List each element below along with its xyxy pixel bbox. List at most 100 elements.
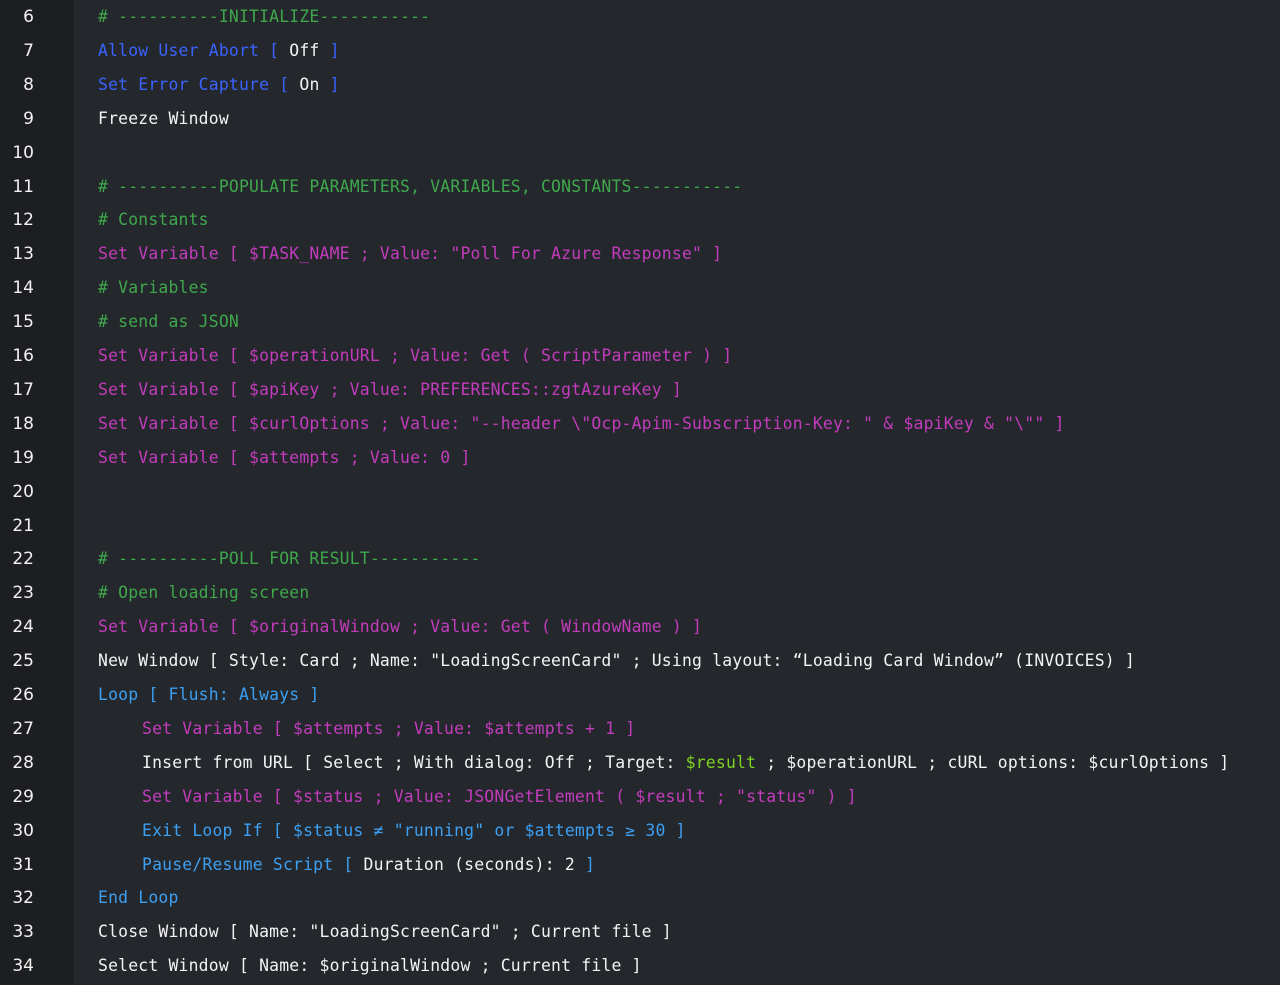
script-step-text: End Loop: [98, 887, 179, 909]
script-step-text: # ----------POLL FOR RESULT-----------: [98, 548, 481, 570]
line-number: 31: [12, 854, 34, 875]
script-step-row[interactable]: 6 # ----------INITIALIZE-----------: [0, 0, 1280, 34]
code-token: $result: [685, 752, 757, 772]
line-number: 8: [23, 74, 34, 95]
code-token: Set Variable [ $curlOptions ; Value: "--…: [98, 413, 1065, 433]
code-token: # send as JSON: [98, 312, 239, 332]
line-number: 26: [12, 685, 34, 705]
line-number: 33: [12, 922, 34, 943]
script-step-text: Close Window [ Name: "LoadingScreenCard"…: [98, 921, 672, 943]
line-number: 20: [12, 481, 34, 502]
code-token: # ----------POPULATE PARAMETERS, VARIABL…: [98, 176, 743, 196]
code-token: # ----------INITIALIZE-----------: [98, 7, 431, 26]
code-token: Set Variable [ $status ; Value: JSONGetE…: [142, 786, 857, 806]
code-token: New Window [ Style: Card ; Name: "Loadin…: [98, 651, 1136, 671]
code-token: Allow User Abort [: [98, 40, 290, 60]
script-step-text: Select Window [ Name: $originalWindow ; …: [98, 955, 642, 977]
script-step-row[interactable]: 27 Set Variable [ $attempts ; Value: $att…: [0, 712, 1280, 746]
line-number: 24: [12, 617, 34, 638]
script-step-text: # Constants: [98, 209, 209, 231]
line-number: 17: [12, 379, 34, 400]
script-step-row[interactable]: 29 Set Variable [ $status ; Value: JSONGe…: [0, 780, 1280, 814]
script-step-text: # ----------INITIALIZE-----------: [98, 6, 430, 28]
script-step-row[interactable]: 10: [0, 136, 1280, 170]
script-step-row[interactable]: 12 # Constants: [0, 203, 1280, 237]
script-step-text: Set Variable [ $curlOptions ; Value: "--…: [98, 413, 1065, 435]
script-step-row[interactable]: 16 Set Variable [ $operationURL ; Value: …: [0, 339, 1280, 373]
code-token: Loop [ Flush: Always ]: [98, 685, 320, 704]
script-step-text: Set Variable [ $attempts ; Value: 0 ]: [98, 447, 471, 469]
script-step-row[interactable]: 32 End Loop: [0, 881, 1280, 915]
line-number: 22: [12, 549, 34, 570]
script-step-text: Loop [ Flush: Always ]: [98, 684, 320, 706]
code-token: Set Variable [ $originalWindow ; Value: …: [98, 617, 703, 637]
line-number: 13: [12, 244, 34, 265]
code-token: Select Window [ Name: $originalWindow ; …: [98, 956, 642, 976]
script-step-text: # Variables: [98, 277, 209, 299]
code-token: # Open loading screen: [98, 583, 310, 603]
code-token: Insert from URL [ Select ; With dialog: …: [142, 752, 686, 772]
script-step-row[interactable]: 34 Select Window [ Name: $originalWindow …: [0, 949, 1280, 983]
script-step-text: # Open loading screen: [98, 582, 309, 604]
code-token: Off: [289, 40, 320, 60]
script-step-text: Set Variable [ $apiKey ; Value: PREFEREN…: [98, 379, 682, 401]
script-step-row[interactable]: 11 # ----------POPULATE PARAMETERS, VARIA…: [0, 170, 1280, 204]
script-step-row[interactable]: 8 Set Error Capture [ On ]: [0, 68, 1280, 102]
line-number: 15: [12, 312, 34, 333]
code-token: # Constants: [98, 210, 209, 230]
script-step-row[interactable]: 14 # Variables: [0, 271, 1280, 305]
script-step-text: Set Variable [ $status ; Value: JSONGetE…: [142, 786, 857, 808]
script-step-text: Exit Loop If [ $status ≠ "running" or $a…: [142, 820, 686, 842]
line-number: 25: [12, 651, 34, 672]
script-step-row[interactable]: 19 Set Variable [ $attempts ; Value: 0 ]: [0, 441, 1280, 475]
script-step-text: Set Variable [ $attempts ; Value: $attem…: [142, 718, 635, 740]
script-step-row[interactable]: 15 # send as JSON: [0, 305, 1280, 339]
script-step-row[interactable]: 17 Set Variable [ $apiKey ; Value: PREFER…: [0, 373, 1280, 407]
line-number: 23: [12, 583, 34, 604]
script-step-text: Freeze Window: [98, 108, 229, 130]
code-token: Pause/Resume Script [: [142, 854, 364, 874]
script-step-row[interactable]: 31 Pause/Resume Script [ Duration (second…: [0, 848, 1280, 882]
script-step-row[interactable]: 22 # ----------POLL FOR RESULT-----------: [0, 542, 1280, 576]
line-number: 6: [23, 7, 34, 27]
line-number: 30: [12, 820, 34, 841]
script-step-row[interactable]: 9 Freeze Window: [0, 102, 1280, 136]
script-step-text: Set Variable [ $operationURL ; Value: Ge…: [98, 345, 732, 367]
code-token: ]: [319, 40, 340, 60]
script-step-row[interactable]: 13 Set Variable [ $TASK_NAME ; Value: "Po…: [0, 237, 1280, 271]
script-step-row[interactable]: 20: [0, 475, 1280, 509]
code-token: On: [299, 74, 320, 94]
code-token: Set Variable [ $operationURL ; Value: Ge…: [98, 346, 733, 365]
line-number: 21: [12, 515, 34, 536]
script-step-row[interactable]: 23 # Open loading screen: [0, 576, 1280, 610]
line-number: 16: [12, 346, 34, 366]
code-token: Set Variable [ $attempts ; Value: 0 ]: [98, 447, 471, 467]
code-token: ]: [319, 74, 340, 94]
script-step-text: Set Variable [ $originalWindow ; Value: …: [98, 616, 702, 638]
code-token: ; $operationURL ; cURL options: $curlOpt…: [756, 752, 1230, 772]
line-number: 28: [12, 752, 34, 773]
script-step-row[interactable]: 30 Exit Loop If [ $status ≠ "running" or …: [0, 814, 1280, 848]
line-number: 12: [12, 210, 34, 231]
code-token: Close Window [ Name: "LoadingScreenCard"…: [98, 922, 672, 942]
script-step-row[interactable]: 18 Set Variable [ $curlOptions ; Value: "…: [0, 407, 1280, 441]
script-step-text: Set Error Capture [ On ]: [98, 74, 340, 96]
code-token: Freeze Window: [98, 108, 229, 128]
script-step-row[interactable]: 21: [0, 509, 1280, 543]
script-step-row[interactable]: 28 Insert from URL [ Select ; With dialog…: [0, 746, 1280, 780]
script-step-row[interactable]: 24 Set Variable [ $originalWindow ; Value…: [0, 610, 1280, 644]
code-token: End Loop: [98, 888, 179, 908]
script-step-row[interactable]: 33 Close Window [ Name: "LoadingScreenCar…: [0, 915, 1280, 949]
code-token: Set Error Capture [: [98, 74, 300, 94]
script-step-row[interactable]: 7 Allow User Abort [ Off ]: [0, 34, 1280, 68]
script-step-row[interactable]: 26 Loop [ Flush: Always ]: [0, 678, 1280, 712]
script-step-text: # send as JSON: [98, 311, 239, 333]
line-number: 11: [12, 176, 34, 197]
line-number: 18: [12, 413, 34, 434]
code-token: Set Variable [ $TASK_NAME ; Value: "Poll…: [98, 244, 723, 264]
line-number: 27: [12, 718, 34, 739]
script-editor[interactable]: 6 # ----------INITIALIZE----------- 7 Allow…: [0, 0, 1280, 985]
script-step-row[interactable]: 25 New Window [ Style: Card ; Name: "Load…: [0, 644, 1280, 678]
code-token: Set Variable [ $apiKey ; Value: PREFEREN…: [98, 379, 682, 399]
script-step-text: Insert from URL [ Select ; With dialog: …: [142, 752, 1229, 774]
